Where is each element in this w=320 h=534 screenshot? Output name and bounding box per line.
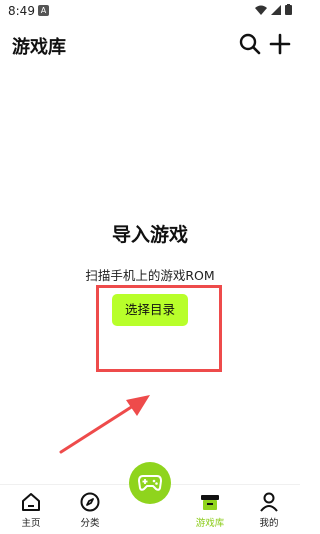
status-notification-icon: A [38,5,49,16]
library-icon [201,495,219,510]
nav-label-category: 分类 [80,518,100,529]
signal-icon [271,4,281,15]
nav-item-category[interactable]: 分类 [70,485,110,534]
nav-label-library: 游戏库 [195,518,225,529]
annotation-highlight-box [96,285,222,372]
search-icon[interactable] [238,32,262,56]
gamepad-icon [138,475,162,491]
add-icon[interactable] [268,32,292,56]
page-title: 游戏库 [12,37,66,58]
status-icons [255,4,292,15]
app-bar: 游戏库 [0,28,300,64]
home-icon [22,493,40,511]
profile-icon [260,492,278,512]
annotation-arrow [59,395,150,454]
battery-icon [285,4,292,15]
nav-item-home[interactable]: 主页 [11,485,51,534]
nav-item-library[interactable]: 游戏库 [190,485,230,534]
nav-item-profile[interactable]: 我的 [249,485,289,534]
status-time: 8:49 [8,4,35,18]
wifi-icon [255,5,267,15]
compass-icon [80,492,100,512]
empty-state-title: 导入游戏 [111,224,188,246]
nav-label-home: 主页 [21,518,41,529]
nav-label-profile: 我的 [259,518,279,529]
empty-state-description: 扫描手机上的游戏ROM [85,268,215,283]
gamepad-fab-button[interactable] [129,462,171,504]
status-bar: 8:49 A [0,0,300,22]
